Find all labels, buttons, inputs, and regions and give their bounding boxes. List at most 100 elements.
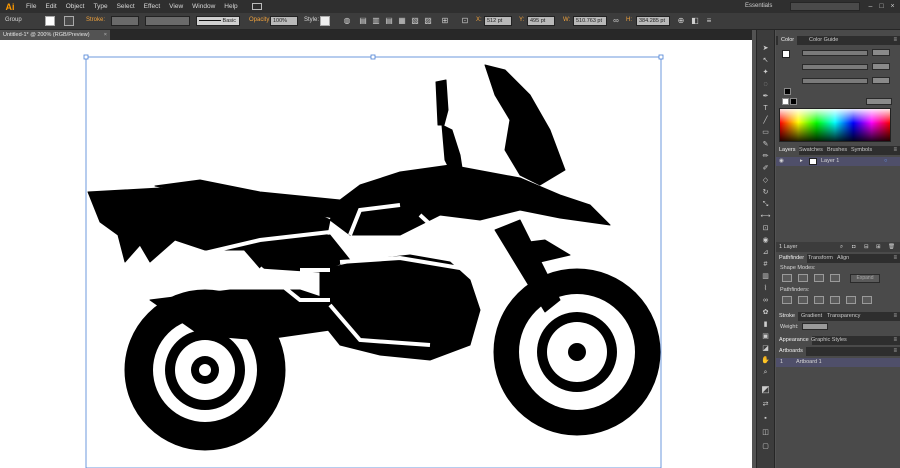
tab-symbols[interactable]: Symbols <box>848 146 875 155</box>
menu-type[interactable]: Type <box>93 3 107 10</box>
tab-brushes[interactable]: Brushes <box>824 146 850 155</box>
paintbrush-tool-icon[interactable]: ✎ <box>760 140 771 150</box>
selection-handle[interactable] <box>658 54 664 60</box>
tab-artboards[interactable]: Artboards <box>776 347 806 356</box>
direct-selection-tool-icon[interactable]: ↖ <box>760 56 771 66</box>
width-tool-icon[interactable]: ⟷ <box>760 212 771 222</box>
color-value-field[interactable] <box>872 49 890 56</box>
layer-row[interactable]: ◉ ▸ Layer 1 ○ <box>776 157 900 166</box>
layers-panel-menu-icon[interactable]: ≡ <box>893 146 897 155</box>
tab-transform[interactable]: Transform <box>805 254 836 263</box>
workspace-switcher[interactable]: Essentials <box>745 3 772 9</box>
visibility-eye-icon[interactable]: ◉ <box>779 158 784 164</box>
tab-pathfinder[interactable]: Pathfinder <box>776 254 808 263</box>
rotate-tool-icon[interactable]: ↻ <box>760 188 771 198</box>
appearance-panel-menu-icon[interactable]: ≡ <box>893 336 897 345</box>
merge-icon[interactable] <box>814 296 824 304</box>
x-field[interactable]: 512 pt <box>484 16 512 26</box>
tab-transparency[interactable]: Transparency <box>824 312 863 321</box>
expand-arrow-icon[interactable]: ▸ <box>800 158 803 164</box>
expand-button[interactable]: Expand <box>850 274 880 283</box>
color-slider[interactable] <box>802 50 868 56</box>
graphic-style-swatch[interactable] <box>320 16 330 26</box>
tab-color-guide[interactable]: Color Guide <box>806 36 841 45</box>
menu-file[interactable]: File <box>26 3 36 10</box>
selection-handle[interactable] <box>370 54 376 60</box>
selection-handle[interactable] <box>83 54 89 60</box>
align-middle-icon[interactable]: ▧ <box>410 16 420 26</box>
color-value-field[interactable] <box>872 77 890 84</box>
layer-name[interactable]: Layer 1 <box>821 158 839 164</box>
align-bottom-icon[interactable]: ▨ <box>423 16 433 26</box>
perspective-grid-tool-icon[interactable]: ⊿ <box>760 248 771 258</box>
artboard-name[interactable]: Artboard 1 <box>796 359 822 365</box>
stroke-swatch[interactable] <box>64 16 74 26</box>
lasso-tool-icon[interactable]: ◌ <box>760 80 771 90</box>
help-search-input[interactable] <box>790 2 860 11</box>
drawing-mode-icon[interactable]: ◫ <box>760 428 771 438</box>
mesh-tool-icon[interactable]: # <box>760 260 771 270</box>
color-value-field[interactable] <box>872 63 890 70</box>
isolation-mode-icon[interactable]: ◧ <box>690 16 700 26</box>
recolor-artwork-icon[interactable]: ◍ <box>342 16 352 26</box>
artboard-row[interactable]: 1 Artboard 1 <box>776 358 900 367</box>
constrain-proportions-icon[interactable]: ∞ <box>611 16 621 26</box>
fill-swatch[interactable] <box>45 16 55 26</box>
blend-tool-icon[interactable]: ∞ <box>760 296 771 306</box>
slice-tool-icon[interactable]: ◪ <box>760 344 771 354</box>
line-tool-icon[interactable]: ╱ <box>760 116 771 126</box>
free-transform-tool-icon[interactable]: ⊡ <box>760 224 771 234</box>
unite-icon[interactable] <box>782 274 792 282</box>
stroke-panel-menu-icon[interactable]: ≡ <box>893 312 897 321</box>
artboard-tool-icon[interactable]: ▣ <box>760 332 771 342</box>
menu-edit[interactable]: Edit <box>45 3 56 10</box>
variable-width-dropdown[interactable] <box>145 16 190 26</box>
minus-back-icon[interactable] <box>862 296 872 304</box>
close-document-icon[interactable]: × <box>104 30 107 40</box>
menu-effect[interactable]: Effect <box>144 3 161 10</box>
maximize-icon[interactable]: □ <box>877 2 886 11</box>
color-panel-menu-icon[interactable]: ≡ <box>893 36 897 45</box>
align-top-icon[interactable]: ▦ <box>397 16 407 26</box>
delete-layer-icon[interactable]: 🗑 <box>888 244 895 250</box>
color-slider[interactable] <box>802 78 868 84</box>
close-window-icon[interactable]: × <box>888 2 897 11</box>
swap-colors-icon[interactable]: ⇄ <box>760 400 771 410</box>
type-tool-icon[interactable]: T <box>760 104 771 114</box>
artboards-panel-menu-icon[interactable]: ≡ <box>893 347 897 356</box>
column-graph-tool-icon[interactable]: ▮ <box>760 320 771 330</box>
height-field[interactable]: 384.285 pt <box>636 16 670 26</box>
menu-object[interactable]: Object <box>66 3 85 10</box>
pencil-tool-icon[interactable]: ✏ <box>760 152 771 162</box>
color-spectrum[interactable] <box>779 108 891 142</box>
hand-tool-icon[interactable]: ✋ <box>760 356 771 366</box>
tab-gradient[interactable]: Gradient <box>798 312 825 321</box>
exclude-icon[interactable] <box>830 274 840 282</box>
screen-mode-icon[interactable]: ▢ <box>760 442 771 452</box>
menu-select[interactable]: Select <box>117 3 135 10</box>
opacity-label[interactable]: Opacity: <box>249 17 271 23</box>
align-right-icon[interactable]: ▤ <box>384 16 394 26</box>
stroke-weight-field[interactable] <box>111 16 139 26</box>
tab-align[interactable]: Align <box>834 254 852 263</box>
trim-icon[interactable] <box>798 296 808 304</box>
minus-front-icon[interactable] <box>798 274 808 282</box>
symbol-sprayer-tool-icon[interactable]: ✿ <box>760 308 771 318</box>
y-field[interactable]: 495 pt <box>527 16 555 26</box>
magic-wand-tool-icon[interactable]: ✦ <box>760 68 771 78</box>
menu-window[interactable]: Window <box>192 3 215 10</box>
artboard-canvas[interactable] <box>0 40 752 468</box>
hex-field[interactable] <box>866 98 892 105</box>
outline-icon[interactable] <box>846 296 856 304</box>
white-swatch-icon[interactable] <box>782 98 789 105</box>
tab-color[interactable]: Color <box>778 36 798 45</box>
new-layer-icon[interactable]: ⊞ <box>876 244 881 250</box>
target-icon[interactable]: ○ <box>884 158 887 164</box>
rectangle-tool-icon[interactable]: ▭ <box>760 128 771 138</box>
pen-tool-icon[interactable]: ✒ <box>760 92 771 102</box>
document-tab[interactable]: Untitled-1* @ 200% (RGB/Preview) × <box>0 30 110 40</box>
motorcycle-artwork[interactable] <box>0 40 752 468</box>
fill-stroke-icon[interactable]: ◩ <box>760 384 771 394</box>
fill-color-icon[interactable] <box>782 50 790 58</box>
brush-dropdown[interactable]: Basic <box>196 16 240 26</box>
